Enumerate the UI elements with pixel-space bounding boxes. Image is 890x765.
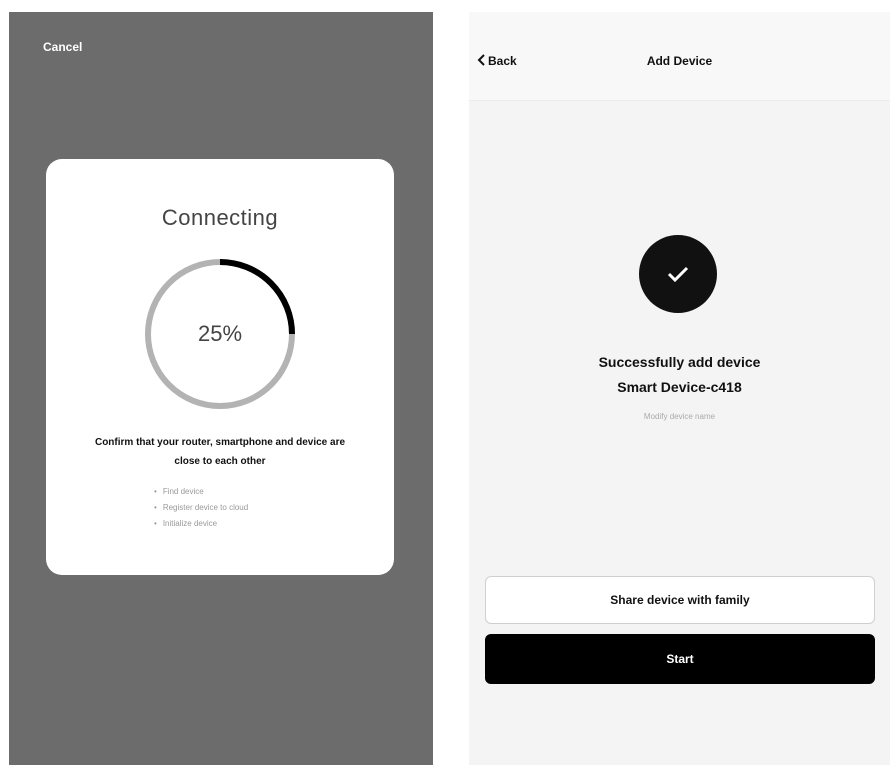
- dialog-title: Connecting: [161, 205, 279, 230]
- modify-device-name-link[interactable]: Modify device name: [469, 412, 890, 421]
- start-button[interactable]: Start: [485, 634, 875, 684]
- success-badge: [639, 235, 717, 313]
- nav-bar: Add Device Back: [469, 12, 890, 101]
- success-message: Successfully add device: [598, 354, 761, 370]
- chevron-left-icon: [477, 54, 486, 69]
- list-item: Find device: [154, 484, 248, 500]
- share-device-button[interactable]: Share device with family: [485, 576, 875, 624]
- confirm-proximity-text: Confirm that your router, smartphone and…: [94, 437, 346, 467]
- back-button[interactable]: Back: [477, 54, 517, 69]
- progress-percent: 25%: [197, 321, 243, 346]
- connection-steps-list: Find device Register device to cloud Ini…: [154, 484, 248, 532]
- page-title: Add Device: [646, 54, 713, 68]
- connecting-screen: Cancel Connecting 25% Confirm that your …: [9, 12, 433, 765]
- back-label: Back: [488, 54, 517, 68]
- canvas: Cancel Connecting 25% Confirm that your …: [0, 0, 890, 765]
- device-name: Smart Device-c418: [617, 379, 742, 395]
- connecting-dialog: Connecting 25% Confirm that your router,…: [46, 159, 394, 575]
- list-item: Register device to cloud: [154, 500, 248, 516]
- add-device-screen: Add Device Back Successfully add device …: [469, 12, 890, 765]
- cancel-button[interactable]: Cancel: [43, 40, 82, 54]
- list-item: Initialize device: [154, 516, 248, 532]
- checkmark-icon: [663, 262, 693, 286]
